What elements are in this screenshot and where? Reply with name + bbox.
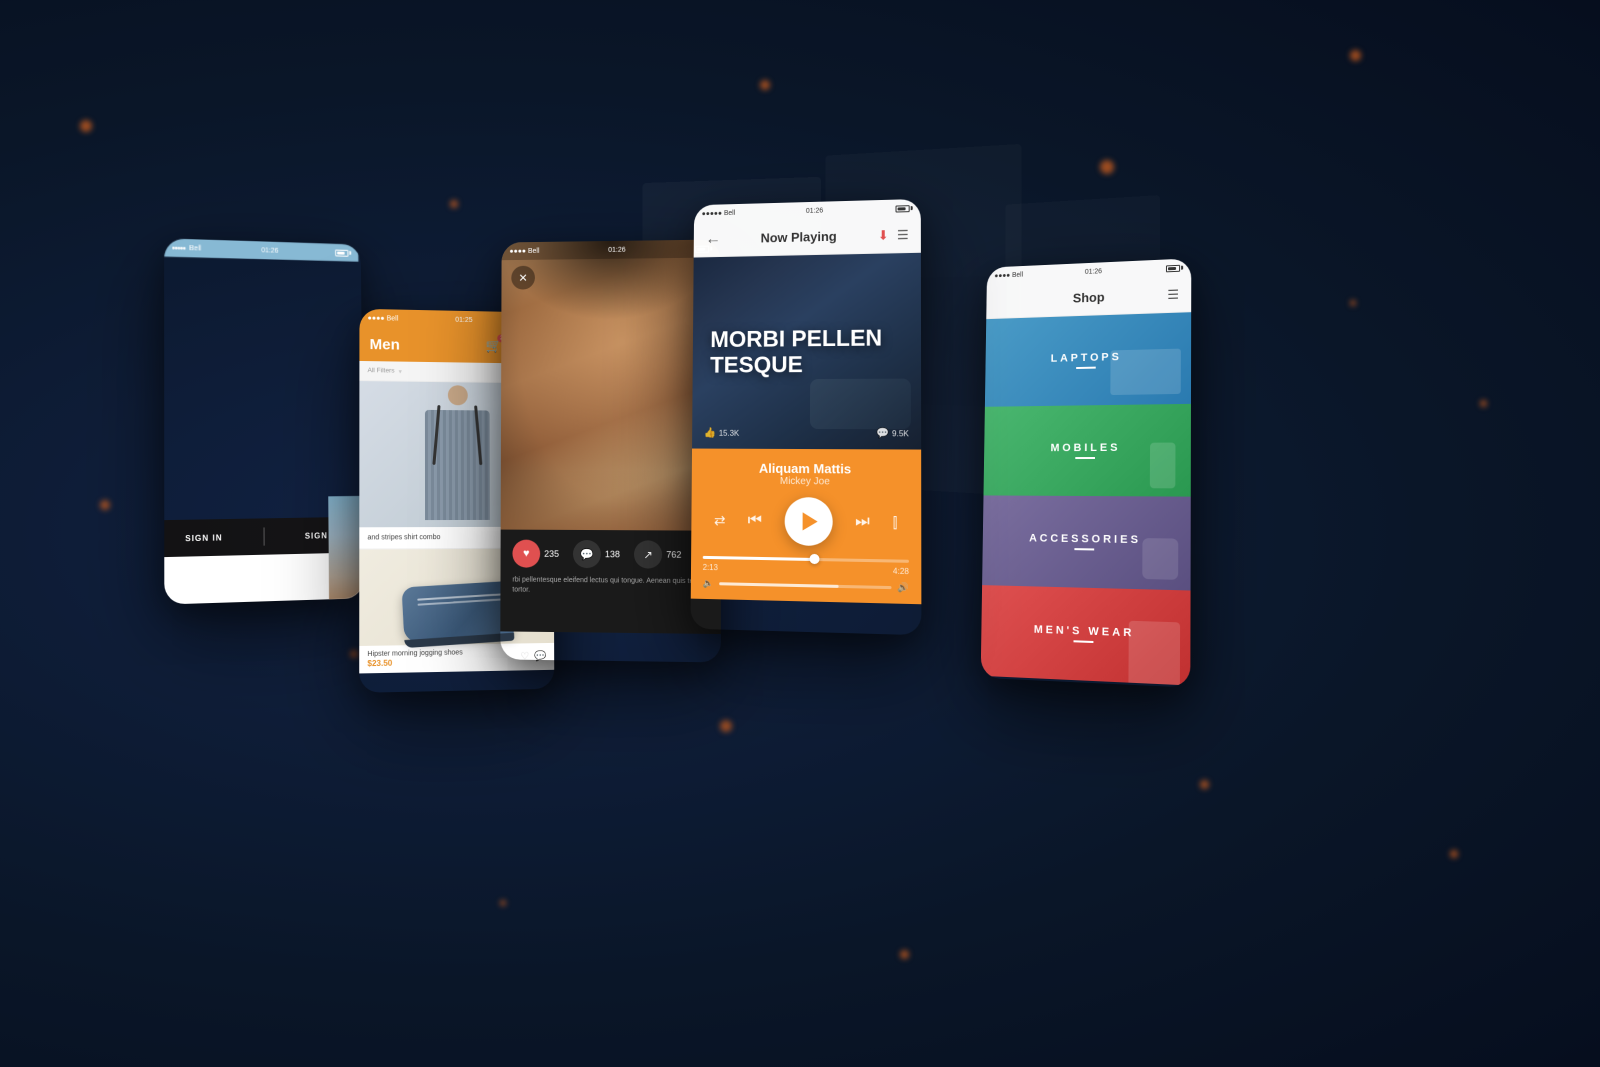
play-button[interactable] (784, 497, 832, 546)
equalizer-button[interactable]: ⫿ (893, 514, 898, 531)
bokeh-dot (1350, 50, 1361, 61)
progress-track[interactable] (703, 556, 909, 563)
share-item[interactable]: ↗ 762 (634, 540, 681, 569)
bokeh-dot (500, 900, 506, 906)
carrier-phone2: ●●●● Bell (368, 314, 399, 322)
bokeh-dot (900, 950, 909, 959)
like-item[interactable]: ♥ 235 (512, 540, 559, 568)
phone-now-playing: ●●●●● Bell 01:26 ← Now Playing ⬇ ☰ MORBI… (690, 199, 921, 635)
vol-low-icon: 🔈 (703, 578, 714, 589)
artist-sub: Mickey Joe (703, 475, 909, 488)
shuffle-button[interactable]: ⇄ (714, 512, 726, 529)
menswear-label: MEN'S WEAR (1034, 624, 1135, 640)
vol-high-icon: 🔊 (897, 582, 909, 594)
bokeh-dot (350, 650, 358, 658)
portrait-area: ●●●● Bell 01:26 ✕ (501, 239, 721, 530)
status-bar-phone3: ●●●● Bell 01:26 (502, 239, 721, 260)
bokeh-dot (80, 120, 92, 132)
cart-icon[interactable]: 🛒 2 (486, 338, 502, 354)
volume-track[interactable] (719, 582, 891, 589)
bokeh-dot (1480, 400, 1487, 407)
divider (263, 527, 264, 545)
nav-bar-phone4: ← Now Playing ⬇ ☰ (694, 217, 921, 258)
time-phone2: 01:25 (455, 316, 472, 323)
phone-appify: ●●●●● Bell 01:26 Appify MOBILE APP UI KI… (164, 238, 364, 604)
share-count: 762 (666, 550, 681, 560)
phone-shop-categories: ●●●● Bell 01:26 Shop ☰ LAPTOPS MOBILES A… (981, 258, 1192, 687)
bokeh-dot (1200, 780, 1209, 789)
volume-row: 🔈 🔊 (703, 578, 909, 594)
post-text: rbi pellentesque eleifend lectus qui ton… (512, 576, 708, 597)
category-laptops[interactable]: LAPTOPS (985, 312, 1191, 407)
phone3-bottom (500, 601, 721, 634)
time-total: 4:28 (893, 567, 909, 577)
next-button[interactable]: ⏭ (855, 513, 870, 531)
time-current: 2:13 (703, 563, 718, 572)
bokeh-dot (760, 80, 770, 90)
header-title-phone2: Men (370, 336, 400, 354)
menu-icon-shop[interactable]: ☰ (1167, 286, 1179, 302)
album-art: MORBI PELLEN TESQUE 👍 15.3K 💬 9.5K (692, 253, 921, 450)
category-accessories[interactable]: ACCESSORIES (982, 495, 1191, 590)
playback-controls: ⇄ ⏮ ⏭ ⫿ (703, 496, 909, 547)
comment-count: 138 (605, 549, 620, 559)
nav-title-phone4: Now Playing (761, 229, 837, 246)
bokeh-dot (1450, 850, 1458, 858)
bokeh-dot (1100, 160, 1114, 174)
back-icon[interactable]: ← (705, 230, 721, 248)
artist-info: Aliquam Mattis Mickey Joe (703, 460, 909, 488)
artist-name: Aliquam Mattis (703, 460, 908, 477)
all-filters[interactable]: All Filters (368, 367, 395, 374)
download-icon[interactable]: ⬇ (878, 227, 889, 243)
like-count: 235 (544, 549, 559, 559)
player-section: Aliquam Mattis Mickey Joe ⇄ ⏮ ⏭ ⫿ 2:13 4… (691, 449, 922, 605)
song-comment-count: 9.5K (892, 429, 909, 438)
song-title: MORBI PELLEN TESQUE (710, 325, 903, 377)
social-bar: ♥ 235 💬 138 ↗ 762 rbi pellentesque eleif… (500, 530, 720, 604)
phone-social: ●●●● Bell 01:26 ✕ ♥ 235 💬 138 ↗ 762 (500, 239, 721, 662)
comment-item[interactable]: 💬 138 (573, 540, 620, 568)
bokeh-dot (720, 720, 732, 732)
bokeh-dot (1350, 300, 1356, 306)
time-phone1: 01:26 (261, 247, 278, 254)
battery-phone1 (335, 249, 351, 256)
category-menswear[interactable]: MEN'S WEAR (981, 585, 1191, 685)
prev-button[interactable]: ⏮ (748, 512, 762, 530)
accessories-label: ACCESSORIES (1029, 532, 1141, 546)
product2-price: $23.50 (367, 657, 462, 668)
song-stats: 👍 15.3K 💬 9.5K (704, 428, 909, 440)
time-labels: 2:13 4:28 (703, 563, 909, 576)
category-mobiles[interactable]: MOBILES (984, 404, 1191, 497)
header-title-phone5: Shop (1073, 290, 1105, 306)
product1-name: and stripes shirt combo (367, 534, 440, 541)
filter-label: ▾ (399, 367, 402, 375)
progress-section (703, 556, 909, 563)
carrier-phone1: ●●●●● Bell (172, 244, 202, 252)
laptops-label: LAPTOPS (1051, 351, 1122, 365)
song-like-count: 15.3K (719, 429, 739, 438)
bokeh-dot (450, 200, 458, 208)
menu-icon[interactable]: ☰ (897, 227, 909, 243)
bokeh-dot (100, 500, 110, 510)
sign-in-button[interactable]: SIGN IN (185, 533, 222, 543)
mobiles-label: MOBILES (1050, 442, 1120, 454)
